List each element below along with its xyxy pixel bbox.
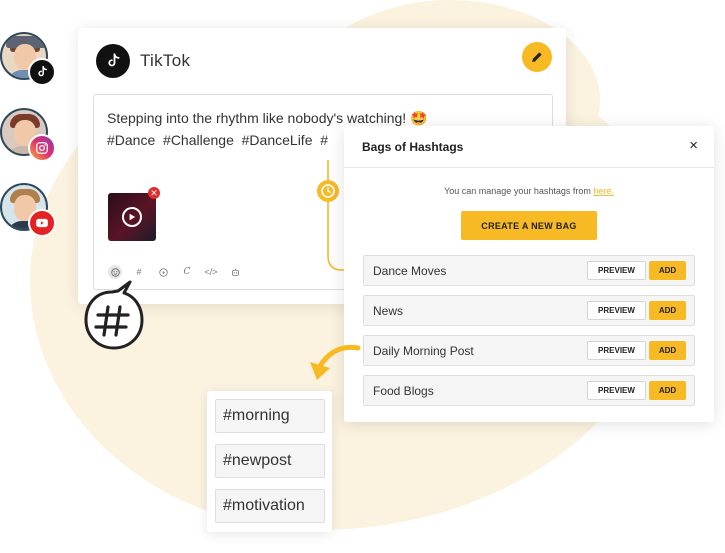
hashtag-icon[interactable]: # — [132, 265, 146, 279]
hashtag-bubble-icon — [84, 280, 144, 350]
instagram-icon — [28, 134, 56, 162]
hashtag-chip[interactable]: #newpost — [215, 444, 325, 478]
bag-name: Dance Moves — [373, 264, 447, 278]
curved-arrow-icon — [310, 344, 361, 380]
preview-button[interactable]: PREVIEW — [587, 381, 646, 400]
tiktok-icon — [28, 58, 56, 86]
preview-button[interactable]: PREVIEW — [587, 301, 646, 320]
manage-link[interactable]: here. — [593, 186, 614, 196]
hashtag-preview-card: #morning #newpost #motivation — [207, 391, 332, 532]
play-icon — [122, 207, 142, 227]
bag-row-dance-moves: Dance Moves PREVIEW ADD — [363, 255, 695, 286]
panel-title: Bags of Hashtags — [362, 140, 464, 154]
add-button[interactable]: ADD — [649, 261, 686, 280]
bag-row-food-blogs: Food Blogs PREVIEW ADD — [363, 375, 695, 406]
create-bag-button[interactable]: CREATE A NEW BAG — [461, 211, 597, 240]
tiktok-logo-icon — [96, 44, 130, 78]
bag-name: Daily Morning Post — [373, 344, 474, 358]
remove-media-icon[interactable]: ✕ — [148, 187, 160, 199]
preview-button[interactable]: PREVIEW — [587, 261, 646, 280]
account-avatar-tiktok[interactable] — [0, 32, 56, 88]
card-header: TikTok — [96, 44, 190, 78]
add-button[interactable]: ADD — [649, 301, 686, 320]
pencil-icon — [532, 52, 542, 62]
bag-name: Food Blogs — [373, 384, 434, 398]
ai-icon[interactable] — [228, 265, 242, 279]
hashtag-bags-panel: Bags of Hashtags × You can manage your h… — [344, 126, 714, 422]
edit-button[interactable] — [522, 42, 552, 72]
editor-toolbar: # C </> — [108, 265, 242, 279]
youtube-icon — [28, 209, 56, 237]
code-icon[interactable]: </> — [204, 265, 218, 279]
bag-row-daily-morning-post: Daily Morning Post PREVIEW ADD — [363, 335, 695, 366]
account-avatar-instagram[interactable] — [0, 108, 56, 164]
panel-header: Bags of Hashtags × — [344, 126, 714, 168]
preview-button[interactable]: PREVIEW — [587, 341, 646, 360]
bag-name: News — [373, 304, 404, 318]
hashtag-chip[interactable]: #motivation — [215, 489, 325, 523]
close-icon[interactable]: × — [689, 137, 698, 154]
platform-title: TikTok — [140, 51, 191, 70]
add-button[interactable]: ADD — [649, 341, 686, 360]
account-avatar-youtube[interactable] — [0, 183, 56, 239]
manage-text: You can manage your hashtags from — [444, 186, 591, 196]
bag-row-news: News PREVIEW ADD — [363, 295, 695, 326]
hashtag-chip[interactable]: #morning — [215, 399, 325, 433]
media-thumbnail[interactable] — [108, 193, 156, 241]
emoji-icon[interactable] — [108, 265, 122, 279]
signature-icon[interactable]: C — [180, 265, 194, 279]
add-button[interactable]: ADD — [649, 381, 686, 400]
manage-hint: You can manage your hashtags from here. — [344, 186, 714, 196]
video-icon[interactable] — [156, 265, 170, 279]
